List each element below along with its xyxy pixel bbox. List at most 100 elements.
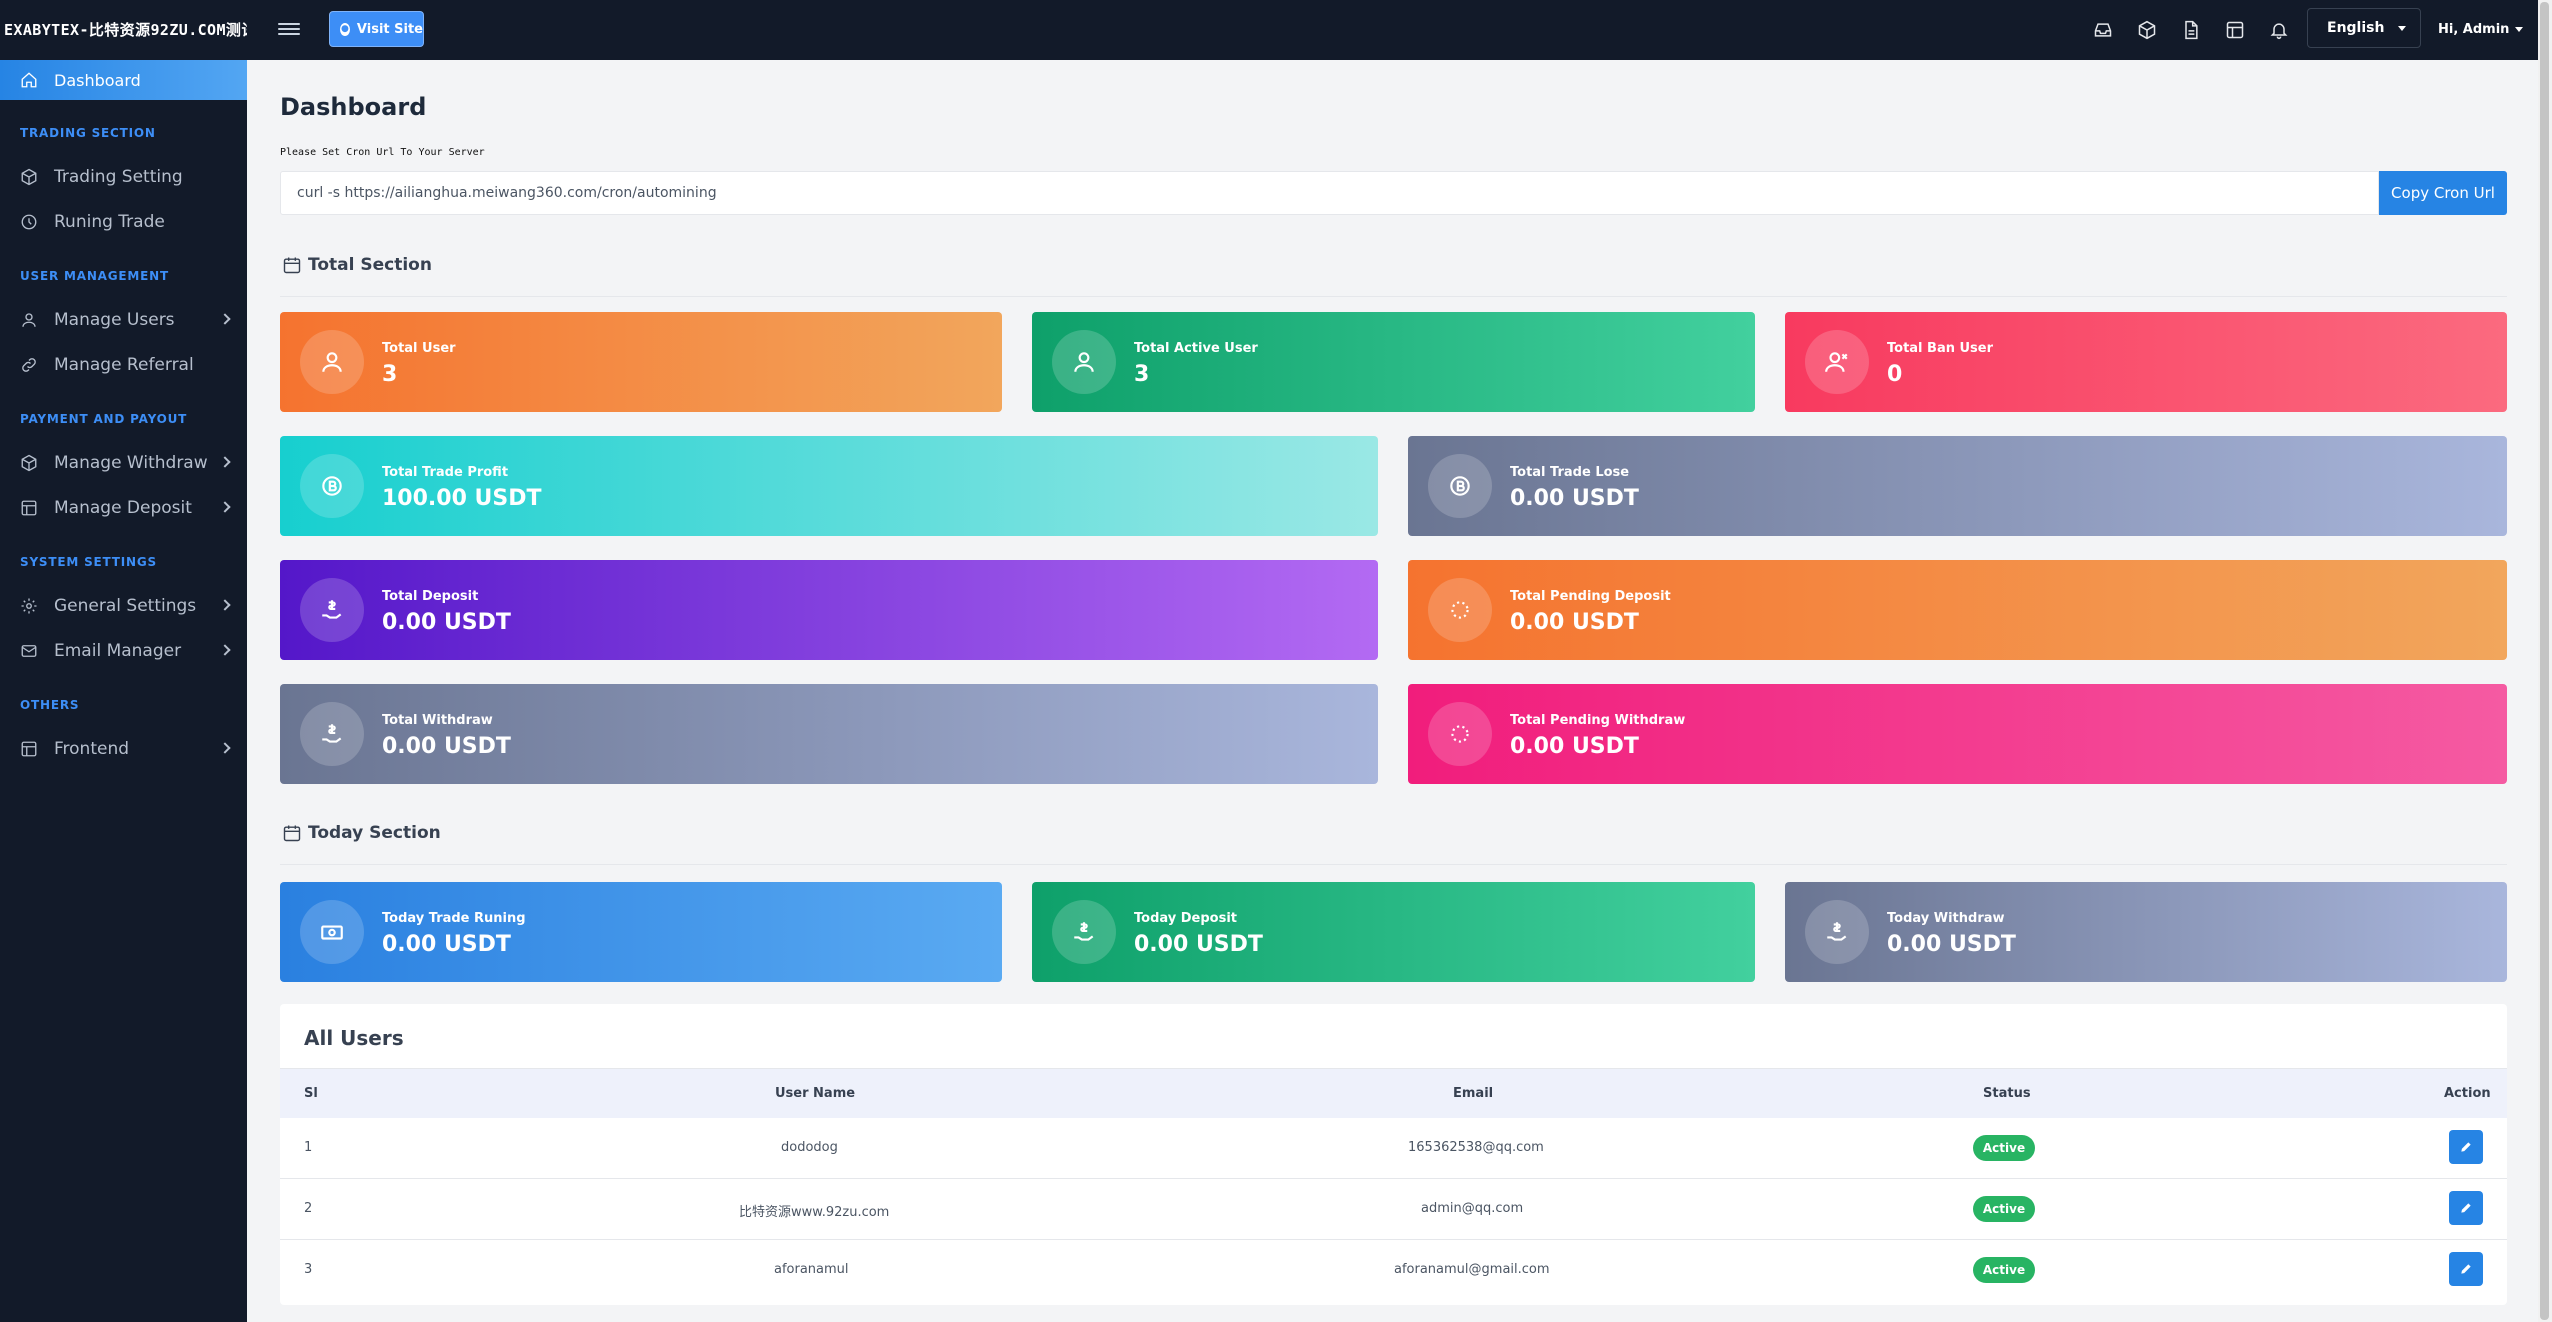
user-check-icon [1052, 330, 1116, 394]
language-select[interactable]: English [2307, 8, 2421, 48]
chevron-right-icon [219, 456, 231, 468]
spinner-icon [1428, 578, 1492, 642]
home-icon [21, 72, 37, 88]
hand-dollar-icon [1805, 900, 1869, 964]
status-badge: Active [1973, 1196, 2035, 1222]
stat-value: 0.00 USDT [382, 932, 511, 957]
section-title-trading: TRADING SECTION [20, 126, 156, 140]
sidebar-item-manage-referral[interactable]: Manage Referral [0, 347, 247, 383]
divider [280, 864, 2507, 865]
stat-card-total-pending-deposit[interactable]: Total Pending Deposit 0.00 USDT [1408, 560, 2507, 660]
sidebar-item-general-settings[interactable]: General Settings [0, 588, 247, 624]
cube-icon[interactable] [2135, 18, 2159, 42]
stat-value: 0 [1887, 362, 1903, 387]
sidebar-item-label: Manage Withdraw [54, 453, 208, 473]
stat-card-today-withdraw[interactable]: Today Withdraw 0.00 USDT [1785, 882, 2507, 982]
chevron-down-icon [2398, 26, 2406, 31]
chevron-right-icon [219, 644, 231, 656]
cron-url-field[interactable]: curl -s https://ailianghua.meiwang360.co… [280, 171, 2379, 215]
user-icon [300, 330, 364, 394]
cron-note: Please Set Cron Url To Your Server [280, 147, 485, 158]
inbox-icon[interactable] [2091, 18, 2115, 42]
sidebar-item-label: Manage Users [54, 310, 175, 330]
stat-label: Today Trade Runing [382, 911, 526, 926]
stat-card-total-trade-lose[interactable]: Total Trade Lose 0.00 USDT [1408, 436, 2507, 536]
sidebar-item-label: Frontend [54, 739, 130, 759]
sidebar: Dashboard TRADING SECTION Trading Settin… [0, 60, 247, 1322]
gear-icon [21, 598, 37, 614]
stat-card-total-withdraw[interactable]: Total Withdraw 0.00 USDT [280, 684, 1378, 784]
visit-site-button[interactable]: ● Visit Site [329, 11, 424, 47]
cell-sl: 3 [304, 1262, 313, 1277]
chevron-right-icon [219, 742, 231, 754]
column-header-user-name: User Name [775, 1086, 856, 1101]
hand-dollar-icon [300, 702, 364, 766]
sidebar-item-dashboard[interactable]: Dashboard [0, 60, 247, 100]
user-ban-icon [1805, 330, 1869, 394]
language-label: English [2327, 20, 2385, 36]
copy-cron-url-button[interactable]: Copy Cron Url [2379, 171, 2507, 215]
stat-card-total-deposit[interactable]: Total Deposit 0.00 USDT [280, 560, 1378, 660]
stat-card-today-deposit[interactable]: Today Deposit 0.00 USDT [1032, 882, 1755, 982]
edit-button[interactable] [2449, 1130, 2483, 1164]
menu-toggle-icon[interactable] [278, 20, 300, 40]
stat-value: 0.00 USDT [1510, 486, 1639, 511]
top-bar: EXABYTEX-比特资源92ZU.COM测试 ● Visit Site Eng… [0, 0, 2538, 60]
stat-label: Total Withdraw [382, 713, 493, 728]
chevron-right-icon [219, 501, 231, 513]
stat-card-total-ban-user[interactable]: Total Ban User 0 [1785, 312, 2507, 412]
sidebar-item-email-manager[interactable]: Email Manager [0, 633, 247, 669]
stat-card-total-trade-profit[interactable]: Total Trade Profit 100.00 USDT [280, 436, 1378, 536]
stat-value: 3 [382, 362, 398, 387]
cell-user-name: dododog [781, 1140, 838, 1155]
sidebar-item-trading-setting[interactable]: Trading Setting [0, 159, 247, 195]
stat-card-total-active-user[interactable]: Total Active User 3 [1032, 312, 1755, 412]
table-row: 3 aforanamul aforanamul@gmail.com Active [280, 1240, 2507, 1301]
sidebar-item-manage-deposit[interactable]: Manage Deposit [0, 490, 247, 526]
column-header-action: Action [2444, 1086, 2491, 1101]
scrollbar-thumb[interactable] [2540, 2, 2549, 1320]
sidebar-item-runing-trade[interactable]: Runing Trade [0, 204, 247, 240]
chevron-right-icon [219, 313, 231, 325]
status-badge: Active [1973, 1257, 2035, 1283]
calendar-icon [283, 825, 301, 842]
stat-label: Total Pending Withdraw [1510, 713, 1686, 728]
stat-value: 0.00 USDT [382, 734, 511, 759]
cell-email: aforanamul@gmail.com [1394, 1262, 1550, 1277]
sidebar-item-frontend[interactable]: Frontend [0, 731, 247, 767]
cube-icon [21, 454, 37, 472]
table-header: Sl User Name Email Status Action [280, 1068, 2507, 1118]
stat-label: Total Active User [1134, 341, 1258, 356]
stat-card-total-pending-withdraw[interactable]: Total Pending Withdraw 0.00 USDT [1408, 684, 2507, 784]
sidebar-item-manage-withdraw[interactable]: Manage Withdraw [0, 445, 247, 481]
stat-label: Total User [382, 341, 456, 356]
table-row: 2 比特资源www.92zu.com admin@qq.com Active [280, 1179, 2507, 1240]
stat-label: Total Pending Deposit [1510, 589, 1671, 604]
chevron-right-icon [219, 599, 231, 611]
stat-label: Total Deposit [382, 589, 479, 604]
stat-value: 0.00 USDT [1510, 610, 1639, 635]
table-icon[interactable] [2223, 18, 2247, 42]
edit-button[interactable] [2449, 1252, 2483, 1286]
today-section-heading: Today Section [282, 823, 441, 843]
edit-button[interactable] [2449, 1191, 2483, 1225]
stat-label: Total Trade Lose [1510, 465, 1630, 480]
visit-site-label: Visit Site [356, 21, 423, 37]
spinner-icon [1428, 702, 1492, 766]
document-icon[interactable] [2179, 18, 2203, 42]
stat-value: 100.00 USDT [382, 486, 542, 511]
stat-card-total-user[interactable]: Total User 3 [280, 312, 1002, 412]
layout-icon [21, 741, 37, 757]
sidebar-item-manage-users[interactable]: Manage Users [0, 302, 247, 338]
bell-icon[interactable] [2267, 18, 2291, 42]
cube-icon [21, 168, 37, 186]
cell-user-name: aforanamul [774, 1262, 849, 1277]
stat-card-today-trade-runing[interactable]: Today Trade Runing 0.00 USDT [280, 882, 1002, 982]
stat-value: 3 [1134, 362, 1150, 387]
page-title: Dashboard [280, 93, 427, 121]
money-bill-icon [300, 900, 364, 964]
brand-logo[interactable]: EXABYTEX-比特资源92ZU.COM测试 [0, 0, 247, 60]
column-header-email: Email [1453, 1086, 1494, 1101]
admin-menu[interactable]: Hi, Admin [2438, 22, 2524, 37]
stat-value: 0.00 USDT [1887, 932, 2016, 957]
